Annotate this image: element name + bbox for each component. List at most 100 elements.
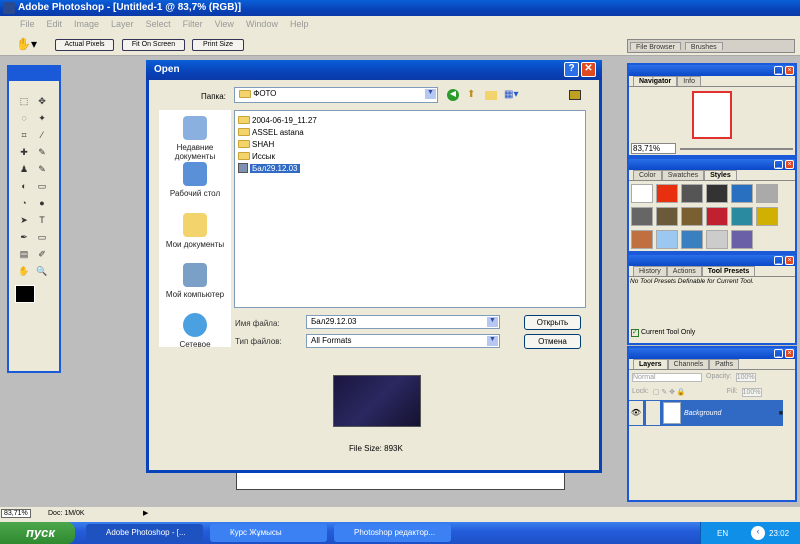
filetype-dropdown[interactable]: All Formats ▼ — [306, 334, 500, 348]
menu-layer[interactable]: Layer — [111, 19, 134, 33]
close-icon[interactable]: × — [785, 349, 794, 358]
tool-button[interactable]: ◌ — [17, 112, 31, 124]
tab-channels[interactable]: Channels — [667, 359, 710, 369]
close-icon[interactable]: × — [785, 160, 794, 169]
views-menu-icon[interactable]: ▦▾ — [504, 89, 518, 100]
menu-edit[interactable]: Edit — [47, 19, 63, 33]
close-icon[interactable]: × — [785, 66, 794, 75]
up-folder-icon[interactable]: ⬆ — [467, 89, 475, 100]
tool-button[interactable]: 🔍 — [35, 265, 49, 277]
menu-window[interactable]: Window — [246, 19, 278, 33]
tool-button[interactable]: ▭ — [35, 231, 49, 243]
tool-button[interactable]: ➤ — [17, 214, 31, 226]
navigator-thumbnail[interactable] — [692, 91, 732, 139]
language-indicator[interactable]: EN — [717, 529, 728, 538]
eye-icon[interactable]: 👁 — [629, 401, 643, 425]
tab-styles[interactable]: Styles — [704, 170, 737, 180]
style-swatch[interactable] — [731, 184, 753, 203]
tool-button[interactable]: ⌗ — [17, 129, 31, 141]
style-swatch[interactable] — [706, 184, 728, 203]
folder-item[interactable]: ASSEL astana — [238, 126, 582, 138]
tab-color[interactable]: Color — [633, 170, 662, 180]
menu-select[interactable]: Select — [146, 19, 171, 33]
tool-button[interactable]: ✐ — [35, 248, 49, 260]
tab-paths[interactable]: Paths — [709, 359, 740, 369]
opacity-input[interactable]: 100% — [735, 373, 756, 382]
layer-row-background[interactable]: 👁 Background ■ — [629, 400, 783, 426]
style-swatch[interactable] — [756, 184, 778, 203]
hand-tool-icon[interactable]: ✋▾ — [16, 37, 37, 51]
tool-button[interactable]: ⁄ — [35, 129, 49, 141]
tool-button[interactable]: ✚ — [17, 146, 31, 158]
actual-pixels-button[interactable]: Actual Pixels — [55, 39, 114, 51]
status-menu-arrow[interactable]: ▶ — [143, 509, 148, 517]
file-item-selected[interactable]: Бал29.12.03 — [238, 162, 582, 174]
tool-button[interactable]: ◔ — [17, 197, 31, 209]
navigator-zoom-input[interactable]: 83,71% — [631, 143, 676, 154]
style-swatch[interactable] — [731, 230, 753, 249]
tool-button[interactable]: ✒ — [17, 231, 31, 243]
style-swatch[interactable] — [631, 207, 653, 226]
tab-history[interactable]: History — [633, 266, 667, 276]
style-swatch[interactable] — [681, 230, 703, 249]
tab-tool-presets[interactable]: Tool Presets — [701, 266, 756, 276]
menu-view[interactable]: View — [215, 19, 234, 33]
tool-button[interactable]: ✦ — [35, 112, 49, 124]
fill-input[interactable]: 100% — [741, 388, 762, 397]
menu-help[interactable]: Help — [290, 19, 309, 33]
style-swatch[interactable] — [656, 184, 678, 203]
place-my-documents[interactable]: Мои документы — [159, 213, 231, 249]
look-in-dropdown[interactable]: ФОТО ▼ — [234, 87, 438, 103]
tab-navigator[interactable]: Navigator — [633, 76, 678, 86]
style-swatch[interactable] — [681, 207, 703, 226]
print-size-button[interactable]: Print Size — [192, 39, 244, 51]
taskbar-item-photoshop[interactable]: Adobe Photoshop - [... — [86, 524, 203, 542]
favorite-folder-icon[interactable] — [569, 90, 581, 100]
tool-button[interactable]: ✎ — [35, 146, 49, 158]
folder-item[interactable]: SHAH — [238, 138, 582, 150]
menu-filter[interactable]: Filter — [183, 19, 203, 33]
minimize-icon[interactable]: _ — [774, 349, 783, 358]
chevron-down-icon[interactable]: ▼ — [487, 317, 498, 327]
tool-button[interactable]: ✋ — [17, 265, 31, 277]
tool-button[interactable]: ◐ — [17, 180, 31, 192]
filename-input[interactable]: Бал29.12.03 ▼ — [306, 315, 500, 329]
brushes-tab[interactable]: Brushes — [684, 42, 723, 51]
taskbar-item-word[interactable]: Photoshop редактор... — [334, 524, 451, 542]
style-swatch[interactable] — [681, 184, 703, 203]
help-button[interactable]: ? — [564, 62, 579, 77]
minimize-icon[interactable]: _ — [774, 160, 783, 169]
minimize-icon[interactable]: _ — [774, 256, 783, 265]
menu-image[interactable]: Image — [74, 19, 99, 33]
new-folder-icon[interactable] — [485, 91, 497, 100]
lock-icons[interactable]: ▢ ✎ ✥ 🔒 — [653, 388, 723, 397]
tab-actions[interactable]: Actions — [666, 266, 702, 276]
folder-item[interactable]: 2004-06-19_11.27 — [238, 114, 582, 126]
style-swatch[interactable] — [656, 207, 678, 226]
place-network[interactable]: Сетевое — [159, 313, 231, 349]
open-button[interactable]: Открыть — [524, 315, 581, 330]
tool-button[interactable]: T — [35, 214, 49, 226]
tool-button[interactable]: ▤ — [17, 248, 31, 260]
blend-mode-dropdown[interactable]: Normal — [632, 373, 702, 382]
show-hidden-icons[interactable]: ‹ — [751, 526, 765, 540]
tool-button[interactable]: ✥ — [35, 95, 49, 107]
close-button[interactable]: ✕ — [581, 62, 596, 77]
close-icon[interactable]: × — [785, 256, 794, 265]
tool-button[interactable]: ♟ — [17, 163, 31, 175]
tab-info[interactable]: Info — [677, 76, 701, 86]
folder-item[interactable]: Иссык — [238, 150, 582, 162]
tool-button[interactable]: ⬚ — [17, 95, 31, 107]
menu-file[interactable]: File — [20, 19, 35, 33]
foreground-color-swatch[interactable] — [15, 285, 35, 303]
tool-button[interactable]: ● — [35, 197, 49, 209]
style-swatch[interactable] — [756, 207, 778, 226]
style-swatch[interactable] — [706, 207, 728, 226]
style-swatch[interactable] — [631, 230, 653, 249]
start-button[interactable]: пуск — [0, 522, 75, 544]
tab-layers[interactable]: Layers — [633, 359, 668, 369]
style-swatch[interactable] — [656, 230, 678, 249]
place-desktop[interactable]: Рабочий стол — [159, 162, 231, 198]
style-swatch[interactable] — [731, 207, 753, 226]
back-icon[interactable]: ◀ — [447, 89, 459, 101]
